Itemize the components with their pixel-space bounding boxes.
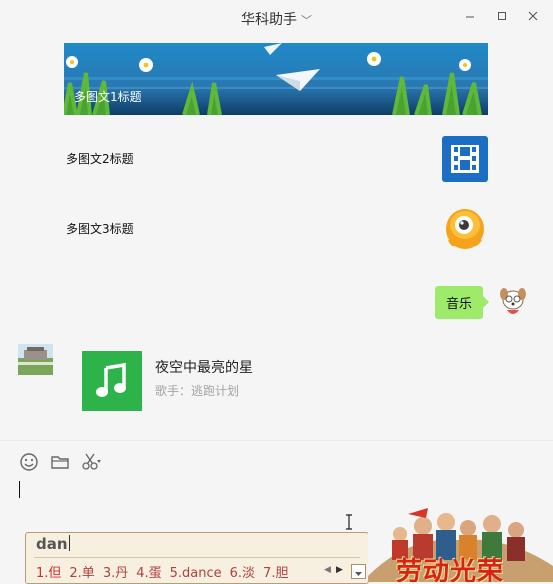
ime-next-icon[interactable]: ▶ xyxy=(336,565,343,575)
article-3-title: 多图文3标题 xyxy=(66,222,134,236)
ime-candidate[interactable]: 1.但 xyxy=(36,566,61,581)
article-item-2[interactable]: 多图文2标题 xyxy=(64,136,488,186)
ime-candidate[interactable]: 6.淡 xyxy=(230,566,255,581)
ime-candidates: 1.但 2.单 3.丹 4.蛋 5.dance 6.淡 7.胆 xyxy=(36,562,296,581)
song-artist: 歌手：逃跑计划 xyxy=(155,384,240,398)
building-photo-avatar[interactable] xyxy=(18,344,53,375)
article-item-3[interactable]: 多图文3标题 xyxy=(64,206,488,256)
film-icon xyxy=(442,136,488,182)
ime-skin-poster: 劳动光荣 xyxy=(368,506,553,582)
music-cover xyxy=(82,351,142,411)
chat-messages[interactable]: 多图文1标题 多图文2标题 多图文3标题 音乐 夜空中最亮的星 歌手：逃跑计划 xyxy=(0,38,553,440)
ime-candidate[interactable]: 5.dance xyxy=(170,566,222,581)
song-title: 夜空中最亮的星 xyxy=(155,360,253,376)
chevron-down-icon: ﹀ xyxy=(301,14,312,27)
article-2-title: 多图文2标题 xyxy=(66,152,134,166)
article-banner[interactable]: 多图文1标题 xyxy=(64,43,488,115)
ime-divider xyxy=(34,557,360,558)
ime-candidate[interactable]: 2.单 xyxy=(69,566,94,581)
close-icon xyxy=(528,11,538,21)
mascot-icon xyxy=(446,209,484,249)
ime-prev-icon[interactable]: ◀ xyxy=(324,565,331,575)
mouse-ibeam-cursor xyxy=(346,514,352,530)
text-cursor xyxy=(19,481,20,498)
ime-candidate[interactable]: 4.蛋 xyxy=(136,566,161,581)
close-button[interactable] xyxy=(524,9,542,27)
cartoon-dog-avatar[interactable] xyxy=(497,286,529,318)
minimize-button[interactable] xyxy=(461,9,479,27)
music-card[interactable]: 夜空中最亮的星 歌手：逃跑计划 xyxy=(82,351,382,411)
music-note-icon xyxy=(96,362,126,397)
ime-composition: dan xyxy=(36,535,70,553)
ime-menu-button[interactable] xyxy=(351,564,366,579)
emoji-icon[interactable] xyxy=(18,451,40,473)
maximize-icon xyxy=(498,12,506,20)
dropdown-arrow-icon xyxy=(355,572,362,576)
article-1-title: 多图文1标题 xyxy=(74,90,142,104)
outgoing-message-bubble[interactable]: 音乐 xyxy=(434,286,490,319)
input-separator xyxy=(0,440,553,441)
chat-title: 华科助手 xyxy=(241,12,297,28)
maximize-button[interactable] xyxy=(493,9,511,27)
minimize-icon xyxy=(466,16,474,18)
folder-icon[interactable] xyxy=(49,451,71,473)
poster-slogan: 劳动光荣 xyxy=(396,557,505,582)
scissors-icon[interactable] xyxy=(80,451,102,473)
ime-candidate-window[interactable]: dan 1.但 2.单 3.丹 4.蛋 5.dance 6.淡 7.胆 ◀ ▶ xyxy=(25,532,369,584)
ime-candidate[interactable]: 7.胆 xyxy=(263,566,288,581)
title-bar: 华科助手 ﹀ xyxy=(0,0,553,38)
ime-candidate[interactable]: 3.丹 xyxy=(103,566,128,581)
